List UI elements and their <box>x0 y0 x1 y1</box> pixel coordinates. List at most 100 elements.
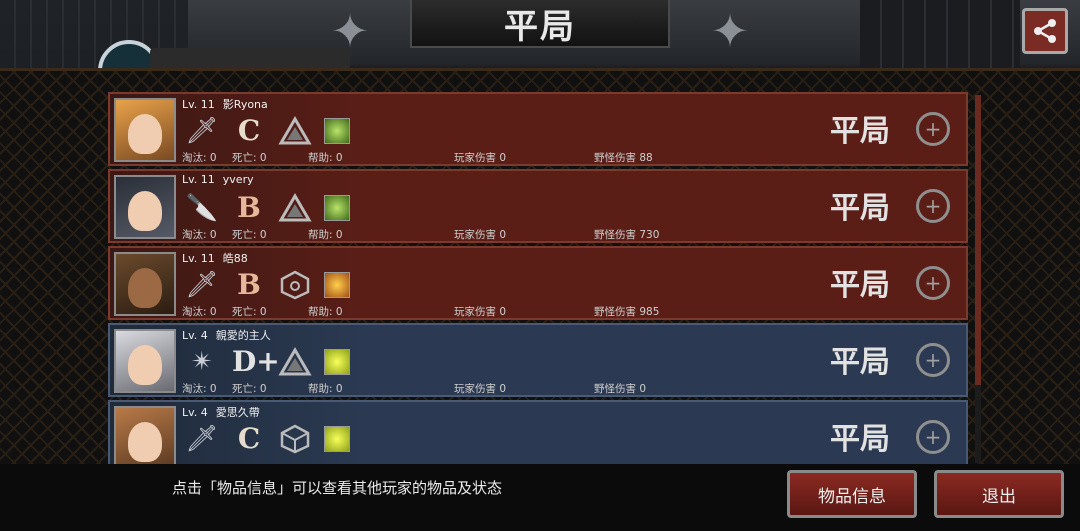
monster-damage-stat: 野怪伤害 88 <box>594 152 653 164</box>
player-name-line: Lv. 4 愛思久帶 <box>182 404 260 420</box>
deaths-stat: 死亡: 0 <box>232 229 267 241</box>
dagger-icon: 🗡 <box>185 270 219 300</box>
shuriken-icon: ✴ <box>191 347 213 377</box>
portrait-face <box>128 345 162 385</box>
match-result: 平局 <box>830 422 890 457</box>
grade-badge: B <box>237 268 261 301</box>
page-title: 平局 <box>504 6 576 47</box>
deaths-stat: 死亡: 0 <box>232 306 267 318</box>
add-friend-icon: + <box>924 348 942 372</box>
player-name: 愛思久帶 <box>215 406 260 419</box>
player-stats: 淘汰: 0 死亡: 0 帮助: 0 玩家伤害 0 野怪伤害 730 <box>182 227 742 241</box>
player-row[interactable]: Lv. 4 親愛的主人 ✴ D+ 淘汰: 0 死亡: 0 帮助: 0 玩家伤害 0… <box>108 323 968 397</box>
player-damage-stat: 玩家伤害 0 <box>454 152 507 164</box>
monster-damage-stat: 野怪伤害 730 <box>594 229 660 241</box>
scrollbar-thumb[interactable] <box>975 95 981 385</box>
hexagon-rank-icon <box>280 270 310 300</box>
player-damage-stat: 玩家伤害 0 <box>454 229 507 241</box>
exit-button[interactable]: 退出 <box>934 470 1064 518</box>
loadout-icons: 🔪 B <box>184 191 350 225</box>
winged-guns-icon: ✦ <box>710 4 750 58</box>
match-result: 平局 <box>830 114 890 149</box>
add-friend-button[interactable]: + <box>916 343 950 377</box>
share-button[interactable] <box>1022 8 1068 54</box>
hint-text: 点击「物品信息」可以查看其他玩家的物品及状态 <box>172 479 503 497</box>
equipped-item-icon[interactable] <box>324 118 350 144</box>
deaths-stat: 死亡: 0 <box>232 383 267 395</box>
character-portrait[interactable] <box>114 98 176 162</box>
match-result: 平局 <box>830 268 890 303</box>
player-name-line: Lv. 4 親愛的主人 <box>182 327 271 343</box>
scrollbar[interactable] <box>975 95 981 463</box>
loadout-icons: ✴ D+ <box>184 345 350 379</box>
player-name-line: Lv. 11 皓88 <box>182 250 248 266</box>
bottom-bar <box>0 464 1080 531</box>
player-level: Lv. 4 <box>182 329 208 342</box>
eliminations-stat: 淘汰: 0 <box>182 306 217 318</box>
loadout-icons: 🗡 C <box>184 114 350 148</box>
player-row[interactable]: Lv. 11 皓88 🗡 B 淘汰: 0 死亡: 0 帮助: 0 玩家伤害 0 野… <box>108 246 968 320</box>
portrait-face <box>128 268 162 308</box>
player-damage-stat: 玩家伤害 0 <box>454 306 507 318</box>
grade-badge: B <box>237 191 261 224</box>
character-portrait[interactable] <box>114 406 176 464</box>
player-level: Lv. 11 <box>182 173 215 186</box>
add-friend-icon: + <box>924 194 942 218</box>
player-name: yvery <box>222 173 254 186</box>
portrait-face <box>128 191 162 231</box>
player-level: Lv. 11 <box>182 98 215 111</box>
add-friend-icon: + <box>924 425 942 449</box>
equipped-item-icon[interactable] <box>324 349 350 375</box>
character-portrait[interactable] <box>114 252 176 316</box>
player-results-list[interactable]: Lv. 11 影Ryona 🗡 C 淘汰: 0 死亡: 0 帮助: 0 玩家伤害 … <box>108 92 970 464</box>
share-icon <box>1034 19 1056 43</box>
player-level: Lv. 4 <box>182 406 208 419</box>
eliminations-stat: 淘汰: 0 <box>182 152 217 164</box>
loadout-icons: 🗡 B <box>184 268 350 302</box>
building-scenery-right <box>860 0 1020 70</box>
match-result: 平局 <box>830 191 890 226</box>
add-friend-button[interactable]: + <box>916 266 950 300</box>
title-plate: 平局 <box>410 0 670 48</box>
add-friend-icon: + <box>924 271 942 295</box>
grade-badge: C <box>237 114 261 147</box>
knife-icon: 🔪 <box>185 193 219 223</box>
player-row[interactable]: Lv. 4 愛思久帶 🗡 C 平局 + <box>108 400 968 464</box>
player-damage-stat: 玩家伤害 0 <box>454 383 507 395</box>
loadout-icons: 🗡 C <box>184 422 350 456</box>
grade-badge: C <box>237 422 261 455</box>
equipped-item-icon[interactable] <box>324 426 350 452</box>
match-result: 平局 <box>830 345 890 380</box>
eliminations-stat: 淘汰: 0 <box>182 383 217 395</box>
player-name: 親愛的主人 <box>215 329 271 342</box>
character-portrait[interactable] <box>114 329 176 393</box>
monster-damage-stat: 野怪伤害 985 <box>594 306 660 318</box>
item-info-button[interactable]: 物品信息 <box>787 470 917 518</box>
portrait-face <box>128 422 162 462</box>
title-banner: ✦ 平局 ✦ <box>290 0 790 66</box>
triangle-rank-icon <box>278 193 312 222</box>
character-portrait[interactable] <box>114 175 176 239</box>
grade-badge: D+ <box>232 345 280 378</box>
player-stats: 淘汰: 0 死亡: 0 帮助: 0 玩家伤害 0 野怪伤害 88 <box>182 150 742 164</box>
eliminations-stat: 淘汰: 0 <box>182 229 217 241</box>
player-row[interactable]: Lv. 11 影Ryona 🗡 C 淘汰: 0 死亡: 0 帮助: 0 玩家伤害 … <box>108 92 968 166</box>
portrait-face <box>128 114 162 154</box>
triangle-rank-icon <box>278 116 312 145</box>
add-friend-button[interactable]: + <box>916 420 950 454</box>
player-stats: 淘汰: 0 死亡: 0 帮助: 0 玩家伤害 0 野怪伤害 0 <box>182 381 742 395</box>
add-friend-icon: + <box>924 117 942 141</box>
player-name: 皓88 <box>222 252 248 265</box>
player-name-line: Lv. 11 yvery <box>182 173 254 186</box>
triangle-rank-icon <box>278 347 312 376</box>
player-row[interactable]: Lv. 11 yvery 🔪 B 淘汰: 0 死亡: 0 帮助: 0 玩家伤害 0… <box>108 169 968 243</box>
cube-rank-icon <box>280 424 310 454</box>
winged-guns-icon: ✦ <box>330 4 370 58</box>
equipped-item-icon[interactable] <box>324 272 350 298</box>
add-friend-button[interactable]: + <box>916 189 950 223</box>
add-friend-button[interactable]: + <box>916 112 950 146</box>
assists-stat: 帮助: 0 <box>308 229 343 241</box>
player-stats: 淘汰: 0 死亡: 0 帮助: 0 玩家伤害 0 野怪伤害 985 <box>182 304 742 318</box>
player-name-line: Lv. 11 影Ryona <box>182 96 268 112</box>
equipped-item-icon[interactable] <box>324 195 350 221</box>
